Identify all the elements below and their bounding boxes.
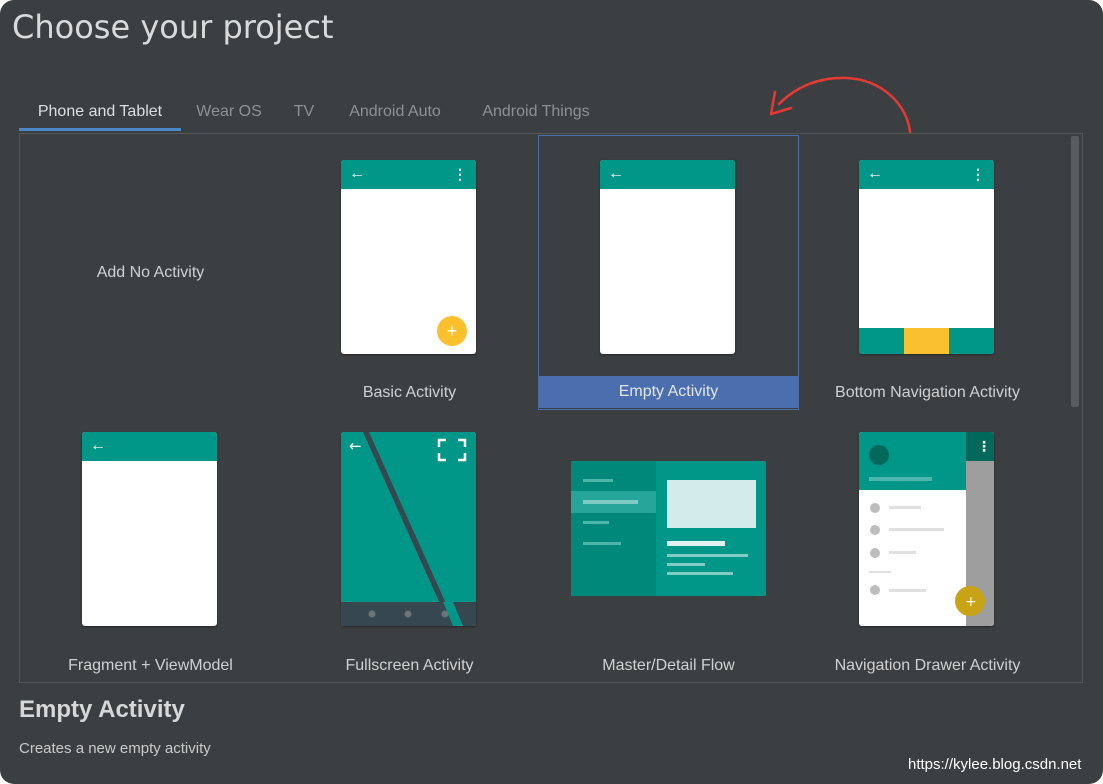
template-add-no-activity[interactable]: Add No Activity [21,136,280,409]
svg-text:⋮: ⋮ [977,439,991,455]
template-label: Empty Activity [539,376,798,408]
arrow-back-icon: ← [608,165,624,182]
fullscreen-activity-preview: ← [341,432,476,626]
plus-icon: + [437,316,467,346]
svg-text:←: ← [349,437,362,455]
arrow-back-icon: ← [349,165,365,182]
tab-tv[interactable]: TV [287,95,321,131]
fragment-viewmodel-preview: ← [82,432,217,626]
arrow-back-icon: ← [867,165,883,182]
template-label: Fragment + ViewModel [68,657,233,674]
selected-template-title: Empty Activity [19,696,185,723]
template-label: Fullscreen Activity [345,657,474,674]
app-bar: ← ⋮ [859,160,994,189]
app-bar: ← ⋮ [341,160,476,189]
watermark: https://kylee.blog.csdn.net [908,756,1082,773]
dialog-title: Choose your project [12,8,334,46]
app-bar: ← [600,160,735,189]
template-label: Basic Activity [362,384,457,401]
bottom-nav-active-item [904,328,949,354]
new-project-dialog: Choose your project Phone and Tablet Wea… [0,0,1103,784]
tab-wear-os[interactable]: Wear OS [189,95,269,131]
template-empty-activity[interactable]: ← Empty Activity [538,135,799,410]
more-vert-icon: ⋮ [971,166,985,182]
basic-activity-preview: ← ⋮ + [341,160,476,354]
navigation-drawer-preview: ⋮ + [859,432,994,626]
bottom-navigation-preview: ← ⋮ [859,160,994,354]
svg-text:+: + [965,594,977,610]
template-fullscreen-activity[interactable]: ← Fullscreen Activity [280,409,539,682]
template-master-detail-flow[interactable]: Master/Detail Flow [539,409,798,682]
template-navigation-drawer-activity[interactable]: ⋮ + Navigation Drawer Activity [798,409,1057,682]
empty-activity-preview: ← [600,160,735,354]
template-label: Master/Detail Flow [602,657,735,674]
template-label: Add No Activity [96,264,205,281]
template-basic-activity[interactable]: ← ⋮ + Basic Activity [280,136,539,409]
tab-phone-and-tablet[interactable]: Phone and Tablet [19,95,181,131]
tab-android-auto[interactable]: Android Auto [339,95,451,131]
tab-android-things[interactable]: Android Things [473,95,599,131]
app-bar: ← [82,432,217,461]
template-fragment-viewmodel[interactable]: ← Fragment + ViewModel [21,409,280,682]
grid-scrollbar[interactable] [1071,136,1079,407]
arrow-back-icon: ← [90,437,106,454]
more-vert-icon: ⋮ [453,166,467,182]
template-label: Bottom Navigation Activity [835,384,1020,401]
annotation-arrow [769,76,912,134]
selected-template-description: Creates a new empty activity [19,740,211,757]
master-detail-preview [571,461,766,596]
template-bottom-navigation-activity[interactable]: ← ⋮ Bottom Navigation Activity [798,136,1057,409]
template-label: Navigation Drawer Activity [834,657,1021,674]
